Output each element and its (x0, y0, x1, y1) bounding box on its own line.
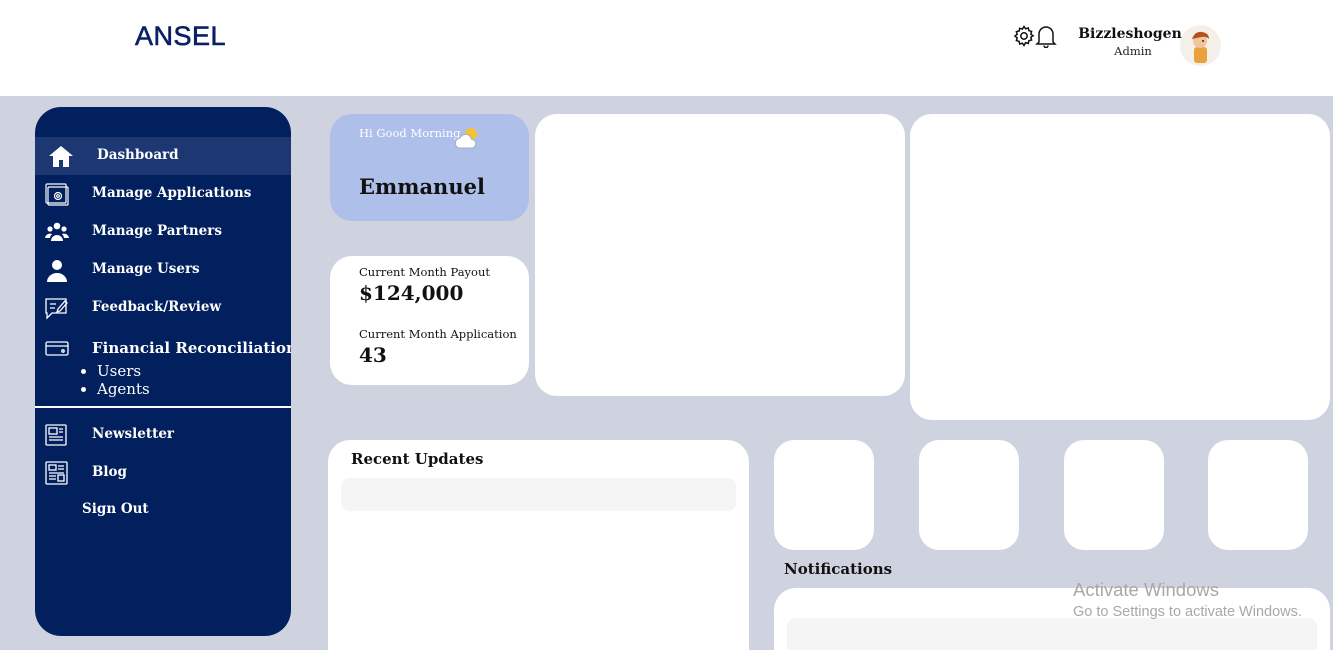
user-name: Bizzleshogen (1078, 26, 1182, 42)
submenu-item-users[interactable]: Users (97, 362, 150, 380)
gear-icon[interactable] (1012, 24, 1036, 48)
home-icon (48, 144, 73, 168)
blog-icon (45, 461, 69, 485)
sidebar-item-label: Manage Partners (92, 223, 222, 239)
activate-windows-subtitle: Go to Settings to activate Windows. (1073, 604, 1302, 620)
sidebar-item-dashboard[interactable]: Dashboard (35, 137, 291, 175)
small-tile-4[interactable] (1208, 440, 1308, 550)
sidebar-item-sign-out[interactable]: Sign Out (35, 491, 291, 529)
sidebar-item-label: Blog (92, 464, 127, 480)
sidebar-divider (35, 406, 291, 408)
financial-submenu: Users Agents (75, 362, 150, 398)
notification-item[interactable] (787, 618, 1317, 650)
payout-value: $124,000 (359, 281, 464, 305)
sidebar-item-manage-partners[interactable]: Manage Partners (35, 213, 291, 251)
recent-update-item[interactable] (341, 478, 736, 511)
sidebar-item-blog[interactable]: Blog (35, 454, 291, 492)
chart-card-left (535, 114, 905, 396)
partners-icon (45, 220, 69, 244)
sidebar-item-label: Manage Users (92, 261, 200, 277)
notifications-title: Notifications (784, 560, 893, 578)
card-icon (45, 336, 69, 360)
applications-label: Current Month Application (359, 327, 517, 341)
sidebar-item-label: Newsletter (92, 426, 175, 442)
chart-card-right (910, 114, 1330, 420)
sidebar-item-label: Dashboard (97, 147, 179, 163)
activate-windows-title: Activate Windows (1073, 579, 1219, 600)
sidebar-item-label: Financial Reconciliation (92, 339, 291, 357)
newsletter-icon (45, 423, 69, 447)
avatar[interactable] (1180, 25, 1221, 66)
greeting-text: Hi Good Morning (359, 126, 461, 140)
bell-icon[interactable] (1035, 24, 1059, 49)
applications-icon (45, 182, 69, 206)
greeting-card: Hi Good Morning Emmanuel (330, 114, 529, 221)
sidebar-item-newsletter[interactable]: Newsletter (35, 416, 291, 454)
sidebar-item-manage-applications[interactable]: Manage Applications (35, 175, 291, 213)
small-tile-1[interactable] (774, 440, 874, 550)
submenu-item-agents[interactable]: Agents (97, 380, 150, 398)
recent-updates-title: Recent Updates (351, 450, 484, 468)
sidebar-item-label: Manage Applications (92, 185, 252, 201)
sidebar-item-financial-reconciliation[interactable]: Financial Reconciliation (35, 329, 291, 367)
sidebar-item-feedback-review[interactable]: Feedback/Review (35, 289, 291, 327)
user-icon (45, 258, 69, 282)
small-tile-2[interactable] (919, 440, 1019, 550)
stats-card: Current Month Payout $124,000 Current Mo… (330, 256, 529, 385)
feedback-icon (45, 296, 69, 320)
greeting-name: Emmanuel (359, 174, 485, 199)
ansel-logo[interactable]: ANSEL (135, 21, 226, 52)
partly-cloudy-icon (454, 124, 482, 152)
user-role: Admin (1114, 44, 1152, 58)
applications-value: 43 (359, 343, 387, 367)
sidebar-item-label: Feedback/Review (92, 299, 222, 315)
sidebar-item-manage-users[interactable]: Manage Users (35, 251, 291, 289)
payout-label: Current Month Payout (359, 265, 491, 279)
small-tile-3[interactable] (1064, 440, 1164, 550)
top-header: ANSEL Bizzleshogen Admin (0, 0, 1333, 96)
recent-updates-card: Recent Updates (328, 440, 749, 650)
sidebar: Dashboard Manage Applications Manage Par… (35, 107, 291, 636)
sidebar-item-label: Sign Out (82, 501, 149, 517)
